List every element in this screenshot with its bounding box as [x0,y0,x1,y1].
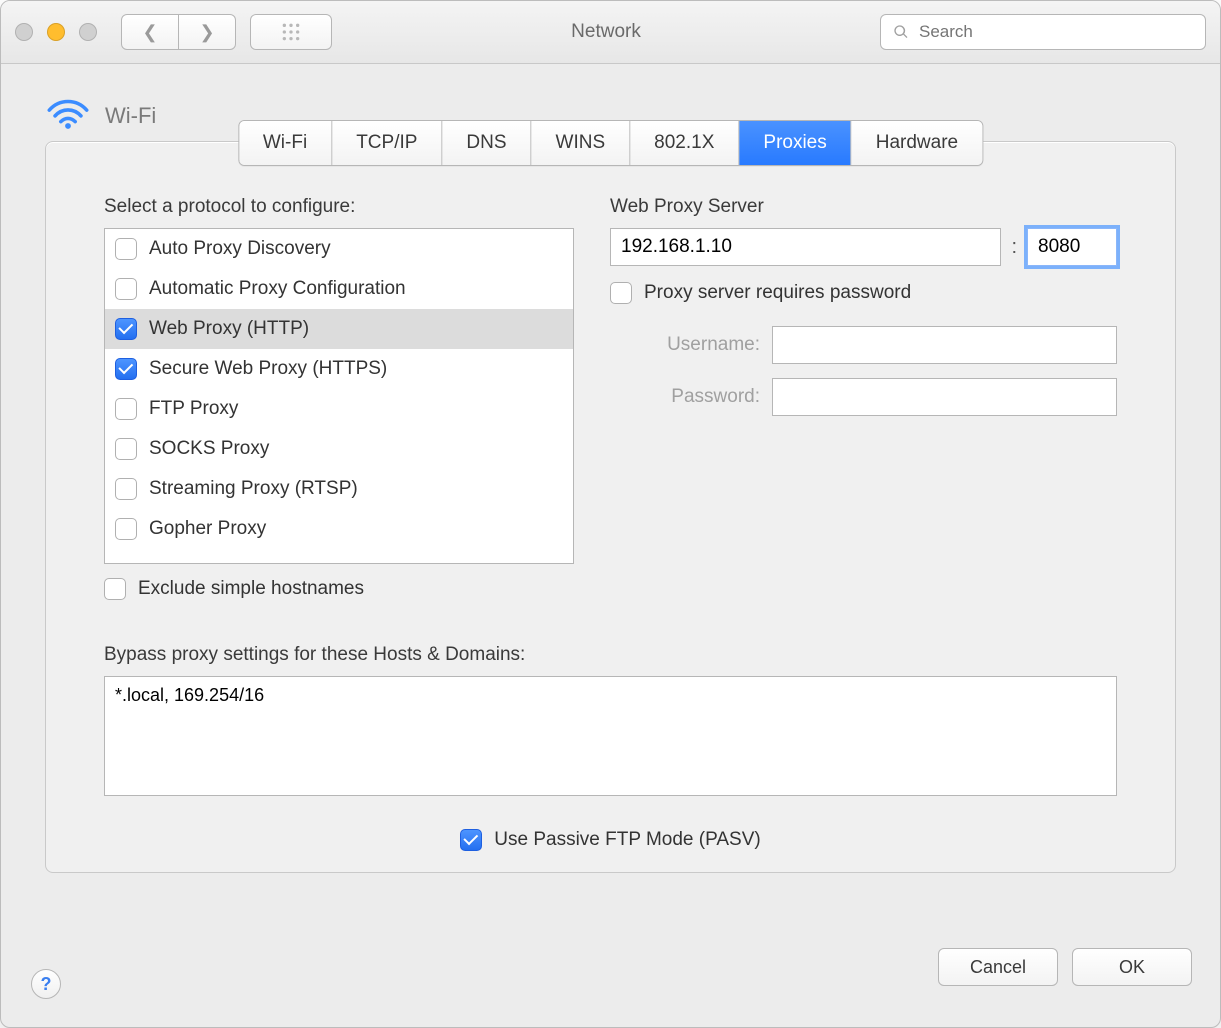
window-title: Network [346,21,866,43]
protocol-https[interactable]: Secure Web Proxy (HTTPS) [105,349,573,389]
chevron-left-icon: ❮ [142,22,157,43]
search-icon [893,24,909,40]
search-input[interactable] [917,21,1193,43]
protocol-auto-discovery[interactable]: Auto Proxy Discovery [105,229,573,269]
protocol-gopher-checkbox[interactable] [115,518,137,540]
username-row: Username: [610,326,1117,364]
tab-proxies[interactable]: Proxies [739,121,851,165]
protocol-https-checkbox[interactable] [115,358,137,380]
protocol-ftp[interactable]: FTP Proxy [105,389,573,429]
protocol-list[interactable]: Auto Proxy Discovery Automatic Proxy Con… [104,228,574,564]
protocol-auto-config[interactable]: Automatic Proxy Configuration [105,269,573,309]
protocol-select-label: Select a protocol to configure: [104,196,574,218]
protocol-socks[interactable]: SOCKS Proxy [105,429,573,469]
protocol-http[interactable]: Web Proxy (HTTP) [105,309,573,349]
connection-title: Wi-Fi [105,103,156,129]
proxy-server-port-input[interactable] [1027,228,1117,266]
exclude-simple-hostnames-checkbox[interactable] [104,578,126,600]
nav-back-forward: ❮ ❯ [121,14,236,50]
exclude-simple-hostnames-label: Exclude simple hostnames [138,578,364,600]
minimize-window-button[interactable] [47,23,65,41]
requires-password-checkbox[interactable] [610,282,632,304]
list-item-label: Secure Web Proxy (HTTPS) [149,358,387,380]
close-window-button[interactable] [15,23,33,41]
protocol-auto-config-checkbox[interactable] [115,278,137,300]
pasv-label: Use Passive FTP Mode (PASV) [494,829,760,851]
sheet-container: Wi-Fi Wi-Fi TCP/IP DNS WINS 802.1X Proxi… [1,64,1220,893]
requires-password-label: Proxy server requires password [644,282,911,304]
sheet-footer: Cancel OK [1,927,1220,1027]
proxies-pane: Select a protocol to configure: Auto Pro… [46,142,1175,626]
requires-password-row: Proxy server requires password [610,282,1117,304]
window-controls [15,23,97,41]
protocol-socks-checkbox[interactable] [115,438,137,460]
protocol-gopher[interactable]: Gopher Proxy [105,509,573,549]
ok-button[interactable]: OK [1072,948,1192,986]
list-item-label: Auto Proxy Discovery [149,238,331,260]
bypass-hosts-textarea[interactable] [104,676,1117,796]
cancel-button[interactable]: Cancel [938,948,1058,986]
grid-icon [281,22,301,42]
exclude-simple-hostnames-row: Exclude simple hostnames [104,578,574,600]
protocol-ftp-checkbox[interactable] [115,398,137,420]
pasv-checkbox[interactable] [460,829,482,851]
username-input[interactable] [772,326,1117,364]
protocol-rtsp-checkbox[interactable] [115,478,137,500]
protocol-auto-discovery-checkbox[interactable] [115,238,137,260]
settings-tab-bar: Wi-Fi TCP/IP DNS WINS 802.1X Proxies Har… [238,120,983,166]
username-label: Username: [610,334,760,356]
settings-sheet: Wi-Fi TCP/IP DNS WINS 802.1X Proxies Har… [45,141,1176,873]
tab-hardware[interactable]: Hardware [852,121,982,165]
password-label: Password: [610,386,760,408]
protocol-http-checkbox[interactable] [115,318,137,340]
network-preferences-window: ❮ ❯ Network [0,0,1221,1028]
tab-tcpip[interactable]: TCP/IP [332,121,442,165]
bypass-section: Bypass proxy settings for these Hosts & … [104,644,1117,801]
proxy-server-address-input[interactable] [610,228,1001,266]
password-input[interactable] [772,378,1117,416]
proxy-server-section-label: Web Proxy Server [610,196,1117,218]
list-item-label: Streaming Proxy (RTSP) [149,478,358,500]
tab-wins[interactable]: WINS [532,121,631,165]
list-item-label: Automatic Proxy Configuration [149,278,406,300]
tab-dns[interactable]: DNS [442,121,531,165]
back-button[interactable]: ❮ [121,14,179,50]
chevron-right-icon: ❯ [199,22,214,43]
forward-button[interactable]: ❯ [179,14,236,50]
search-field-wrap[interactable] [880,14,1206,50]
window-toolbar: ❮ ❯ Network [1,1,1220,64]
show-all-prefs-button[interactable] [250,14,332,50]
wifi-icon [45,94,91,137]
list-item-label: SOCKS Proxy [149,438,269,460]
list-item-label: FTP Proxy [149,398,238,420]
protocol-rtsp[interactable]: Streaming Proxy (RTSP) [105,469,573,509]
tab-8021x[interactable]: 802.1X [630,121,739,165]
zoom-window-button[interactable] [79,23,97,41]
pasv-row: Use Passive FTP Mode (PASV) [46,829,1175,851]
list-item-label: Gopher Proxy [149,518,266,540]
bypass-label: Bypass proxy settings for these Hosts & … [104,644,1117,666]
server-port-separator: : [1011,236,1017,259]
list-item-label: Web Proxy (HTTP) [149,318,309,340]
tab-wifi[interactable]: Wi-Fi [239,121,332,165]
password-row: Password: [610,378,1117,416]
